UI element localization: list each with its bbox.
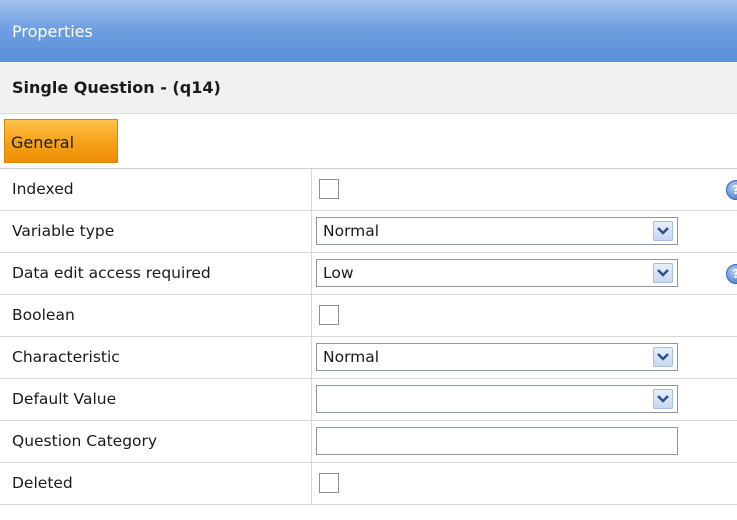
tab-general[interactable]: General [4,119,118,163]
chevron-down-icon[interactable] [653,263,673,283]
select-value: Normal [323,222,380,240]
question-category-input[interactable] [316,427,678,455]
property-row-variable-type: Variable type Normal [0,211,737,253]
question-title: Single Question - (q14) [0,62,737,114]
help-icon[interactable]: ? [726,180,737,200]
property-row-default-value: Default Value [0,379,737,421]
property-row-boolean: Boolean [0,295,737,337]
data-edit-access-select[interactable]: Low [316,259,678,287]
default-value-select[interactable] [316,385,678,413]
property-label: Default Value [0,379,312,420]
select-value: Low [323,264,354,282]
variable-type-select[interactable]: Normal [316,217,678,245]
chevron-down-icon[interactable] [653,347,673,367]
panel-title: Properties [0,0,737,62]
property-label: Indexed [0,169,312,210]
property-label: Characteristic [0,337,312,378]
property-row-data-edit-access: Data edit access required Low ? [0,253,737,295]
characteristic-select[interactable]: Normal [316,343,678,371]
property-label: Data edit access required [0,253,312,294]
property-label: Variable type [0,211,312,252]
property-label: Boolean [0,295,312,336]
chevron-down-icon[interactable] [653,389,673,409]
property-row-deleted: Deleted [0,463,737,505]
help-icon[interactable]: ? [726,264,737,284]
tab-strip: General [0,114,737,169]
boolean-checkbox[interactable] [319,305,339,325]
property-label: Question Category [0,421,312,462]
property-row-indexed: Indexed ? [0,169,737,211]
properties-panel: Properties Single Question - (q14) Gener… [0,0,737,520]
property-row-characteristic: Characteristic Normal [0,337,737,379]
select-value: Normal [323,348,380,366]
indexed-checkbox[interactable] [319,179,339,199]
property-row-question-category: Question Category [0,421,737,463]
property-label: Deleted [0,463,312,504]
deleted-checkbox[interactable] [319,473,339,493]
chevron-down-icon[interactable] [653,221,673,241]
